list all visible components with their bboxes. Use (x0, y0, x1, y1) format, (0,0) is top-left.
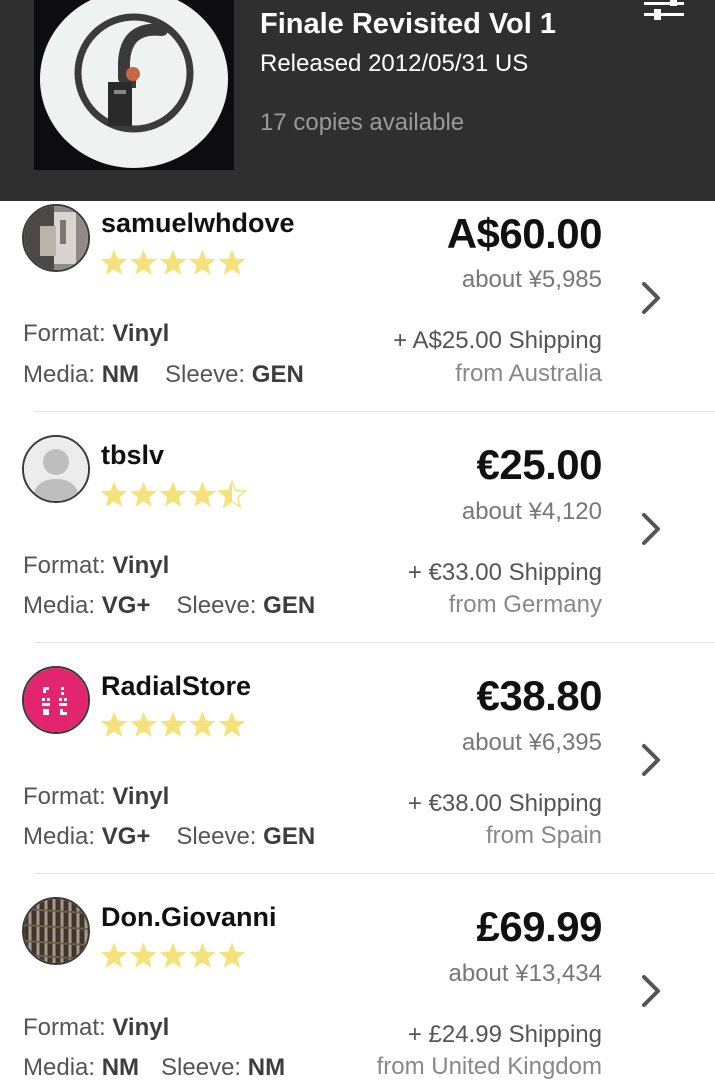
chevron-right-icon[interactable] (638, 973, 664, 1009)
star-icon (130, 942, 157, 968)
shipping-cost: + €33.00 Shipping (407, 559, 602, 586)
copies-available: 17 copies available (260, 109, 465, 136)
release-date: Released 2012/05/31 US (260, 50, 529, 77)
avatar (22, 204, 90, 272)
listing-item[interactable]: RadialStore €38.80 about ¥6,395 Format: … (0, 642, 715, 873)
converted-price: about ¥5,985 (461, 266, 602, 293)
shipping-cost: + €38.00 Shipping (407, 790, 602, 817)
star-icon (189, 711, 216, 737)
rating-stars (100, 711, 246, 737)
star-icon (189, 942, 216, 968)
price: £69.99 (476, 903, 603, 950)
shipping-cost: + £24.99 Shipping (407, 1021, 602, 1048)
price: €25.00 (476, 441, 603, 488)
cover-logo (74, 13, 194, 133)
star-icon (189, 249, 216, 275)
avatar (22, 666, 90, 734)
format: Format: Vinyl (23, 552, 170, 579)
format: Format: Vinyl (23, 783, 170, 810)
condition: Media: NM Sleeve: GEN (23, 361, 304, 388)
divider (34, 873, 715, 874)
listing-item[interactable]: tbslv €25.00 about ¥4,120 Format: Vinyl … (0, 411, 715, 642)
ships-from: from Spain (485, 822, 602, 849)
release-header: Finale Revisited Vol 1 Released 2012/05/… (0, 0, 715, 201)
seller-name[interactable]: RadialStore (101, 671, 251, 702)
album-cover[interactable] (34, 0, 234, 170)
rating-stars (100, 942, 246, 968)
seller-name[interactable]: tbslv (101, 440, 164, 471)
star-icon (130, 711, 157, 737)
star-icon (159, 711, 187, 737)
avatar (22, 435, 90, 503)
release-title: Finale Revisited Vol 1 (260, 8, 557, 40)
star-icon (100, 942, 128, 968)
condition: Media: NM Sleeve: NM (23, 1054, 286, 1080)
shipping-cost: + A$25.00 Shipping (393, 327, 602, 354)
converted-price: about ¥4,120 (461, 498, 602, 525)
listing-item[interactable]: Don.Giovanni £69.99 about ¥13,434 Format… (0, 873, 715, 1080)
star-icon (216, 480, 248, 509)
star-icon (218, 942, 246, 968)
divider (34, 642, 715, 643)
rating-stars (100, 249, 246, 275)
price: A$60.00 (446, 210, 603, 257)
price: €38.80 (476, 672, 603, 719)
star-icon (218, 711, 246, 737)
chevron-right-icon[interactable] (638, 511, 664, 547)
ships-from: from Germany (448, 591, 602, 618)
star-icon (100, 711, 128, 737)
seller-name[interactable]: Don.Giovanni (101, 902, 277, 933)
format: Format: Vinyl (23, 320, 170, 347)
star-icon (159, 249, 187, 275)
listing-item[interactable]: samuelwhdove A$60.00 about ¥5,985 Format… (0, 180, 715, 411)
star-icon (100, 481, 128, 507)
divider (34, 411, 715, 412)
condition: Media: VG+ Sleeve: GEN (23, 823, 316, 850)
star-icon (159, 481, 187, 507)
star-icon (130, 481, 157, 507)
seller-name[interactable]: samuelwhdove (101, 208, 295, 239)
star-icon (100, 249, 128, 275)
star-icon (130, 249, 157, 275)
ships-from: from United Kingdom (376, 1053, 602, 1080)
star-icon (159, 942, 187, 968)
rating-stars (100, 480, 248, 509)
condition: Media: VG+ Sleeve: GEN (23, 592, 316, 619)
converted-price: about ¥6,395 (461, 729, 602, 756)
converted-price: about ¥13,434 (448, 960, 602, 987)
format: Format: Vinyl (23, 1014, 170, 1041)
star-icon (189, 481, 216, 507)
sliders-icon[interactable] (640, 0, 688, 22)
chevron-right-icon[interactable] (638, 742, 664, 778)
star-icon (218, 249, 246, 275)
ships-from: from Australia (455, 360, 602, 387)
chevron-right-icon[interactable] (638, 280, 664, 316)
avatar (22, 897, 90, 965)
